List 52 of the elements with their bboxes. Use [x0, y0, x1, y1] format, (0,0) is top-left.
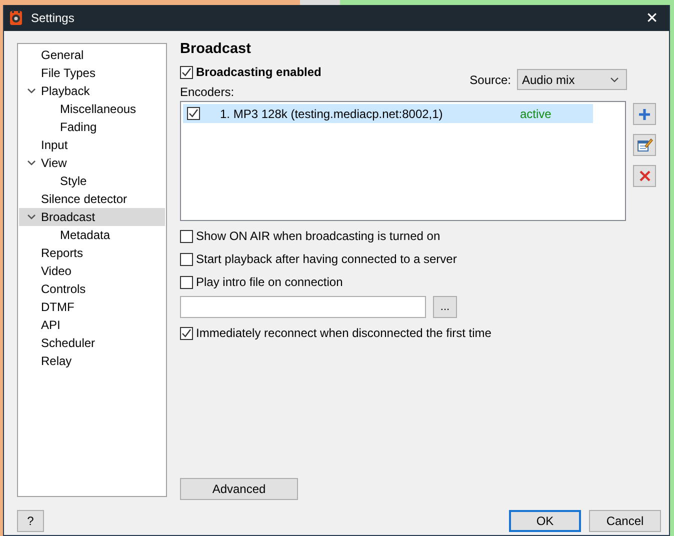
- option-checkbox[interactable]: Show ON AIR when broadcasting is turned on: [180, 228, 656, 244]
- tree-item[interactable]: Scheduler: [19, 334, 165, 352]
- checkmark-icon: [181, 328, 192, 338]
- tree-item[interactable]: Metadata: [19, 226, 165, 244]
- close-icon: [638, 170, 650, 182]
- tree-item[interactable]: Fading: [19, 118, 165, 136]
- encoder-status: active: [520, 106, 552, 120]
- add-button[interactable]: [633, 103, 656, 125]
- advanced-button[interactable]: Advanced: [180, 478, 298, 500]
- section-heading: Broadcast: [180, 41, 252, 58]
- tree-item[interactable]: Reports: [19, 244, 165, 262]
- tree-item[interactable]: View: [19, 154, 165, 172]
- option-checkbox[interactable]: Start playback after having connected to a server: [180, 251, 656, 267]
- tree-item[interactable]: Video: [19, 262, 165, 280]
- tree-item[interactable]: Silence detector: [19, 190, 165, 208]
- delete-button[interactable]: [633, 165, 656, 187]
- source-dropdown[interactable]: Audio mix: [517, 69, 627, 90]
- window-title: Settings: [31, 11, 74, 25]
- edit-button[interactable]: [633, 134, 656, 156]
- chevron-icon[interactable]: [27, 88, 36, 94]
- plus-icon: [638, 108, 651, 120]
- browse-button[interactable]: ...: [433, 296, 457, 318]
- encoders-label: Encoders:: [180, 85, 236, 99]
- ok-button[interactable]: OK: [509, 510, 581, 532]
- chevron-icon[interactable]: [27, 214, 36, 220]
- tree-item[interactable]: Relay: [19, 352, 165, 370]
- tree-item[interactable]: File Types: [19, 64, 165, 82]
- checkmark-icon: [181, 66, 192, 78]
- speaker-icon: [9, 10, 23, 26]
- tree-item[interactable]: Playback: [19, 82, 165, 100]
- tree-item[interactable]: General: [19, 46, 165, 64]
- tree-item[interactable]: Miscellaneous: [19, 100, 165, 118]
- tree-item[interactable]: Input: [19, 136, 165, 154]
- tree-item[interactable]: Controls: [19, 280, 165, 298]
- cancel-button[interactable]: Cancel: [589, 510, 661, 532]
- source-label: Source:: [470, 72, 511, 86]
- tree-item[interactable]: DTMF: [19, 298, 165, 316]
- tree-item[interactable]: API: [19, 316, 165, 334]
- help-button[interactable]: ?: [17, 510, 44, 532]
- dropdown-caret-icon: [610, 76, 619, 82]
- encoder-checkbox[interactable]: [187, 107, 200, 120]
- close-button[interactable]: ✕: [637, 5, 667, 31]
- edit-icon: [636, 137, 652, 153]
- reconnect-checkbox[interactable]: Immediately reconnect when disconnected the first time: [180, 325, 656, 341]
- broadcasting-checkbox[interactable]: Broadcasting enabled: [180, 64, 322, 80]
- encoder-row[interactable]: 1. MP3 128k (testing.mediacp.net:8002,1) active: [183, 104, 593, 123]
- tree-item[interactable]: Style: [19, 172, 165, 190]
- option-checkbox[interactable]: Play intro file on connection: [180, 274, 656, 290]
- tree-item[interactable]: Broadcast: [19, 208, 165, 226]
- encoder-name: 1. MP3 128k (testing.mediacp.net:8002,1): [220, 106, 444, 120]
- chevron-icon[interactable]: [27, 160, 36, 166]
- intro-file-field[interactable]: [180, 296, 426, 318]
